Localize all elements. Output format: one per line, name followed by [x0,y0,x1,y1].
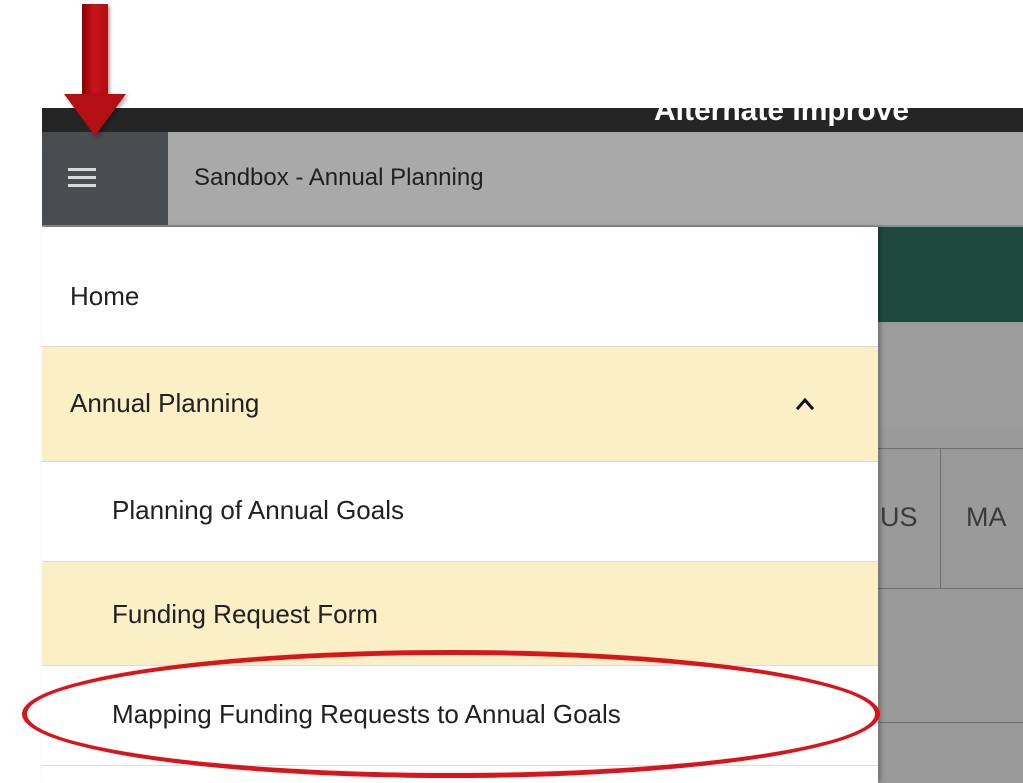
annotation-ellipse [22,650,880,778]
hamburger-icon [68,168,96,188]
menu-item-label: Planning of Annual Goals [112,495,404,525]
page-title: Alternate Improve [654,108,910,127]
table-header-cell: US [880,502,918,532]
table-header-border [878,448,1023,449]
annotation-arrow-head [64,94,126,136]
table-row-border [878,588,1023,589]
menu-item-label: Home [70,281,140,311]
page-toolbar [878,322,1023,430]
app-header: Sandbox - Annual Planning [42,132,1023,227]
table-column-divider [940,448,941,588]
annotation-arrow-shaft [82,4,108,96]
table-row-border [878,722,1023,723]
chevron-up-icon[interactable] [796,395,814,413]
menu-item-label: Annual Planning [70,388,260,418]
table-header-cell: MA [966,502,1007,532]
screenshot-stage: US MA Alternate Improve Sandbox - Annual… [0,0,1023,783]
menu-toggle-button[interactable] [42,132,168,225]
page-table [878,430,1023,783]
app-title: Sandbox - Annual Planning [194,164,484,191]
menu-item-annual-planning[interactable]: Annual Planning [42,347,878,462]
menu-item-home[interactable]: Home [42,227,878,347]
page-banner [878,227,1023,322]
menu-item-label: Funding Request Form [112,599,378,629]
page-title-band: Alternate Improve [42,108,1023,132]
menu-item-planning-of-annual-goals[interactable]: Planning of Annual Goals [42,462,878,562]
